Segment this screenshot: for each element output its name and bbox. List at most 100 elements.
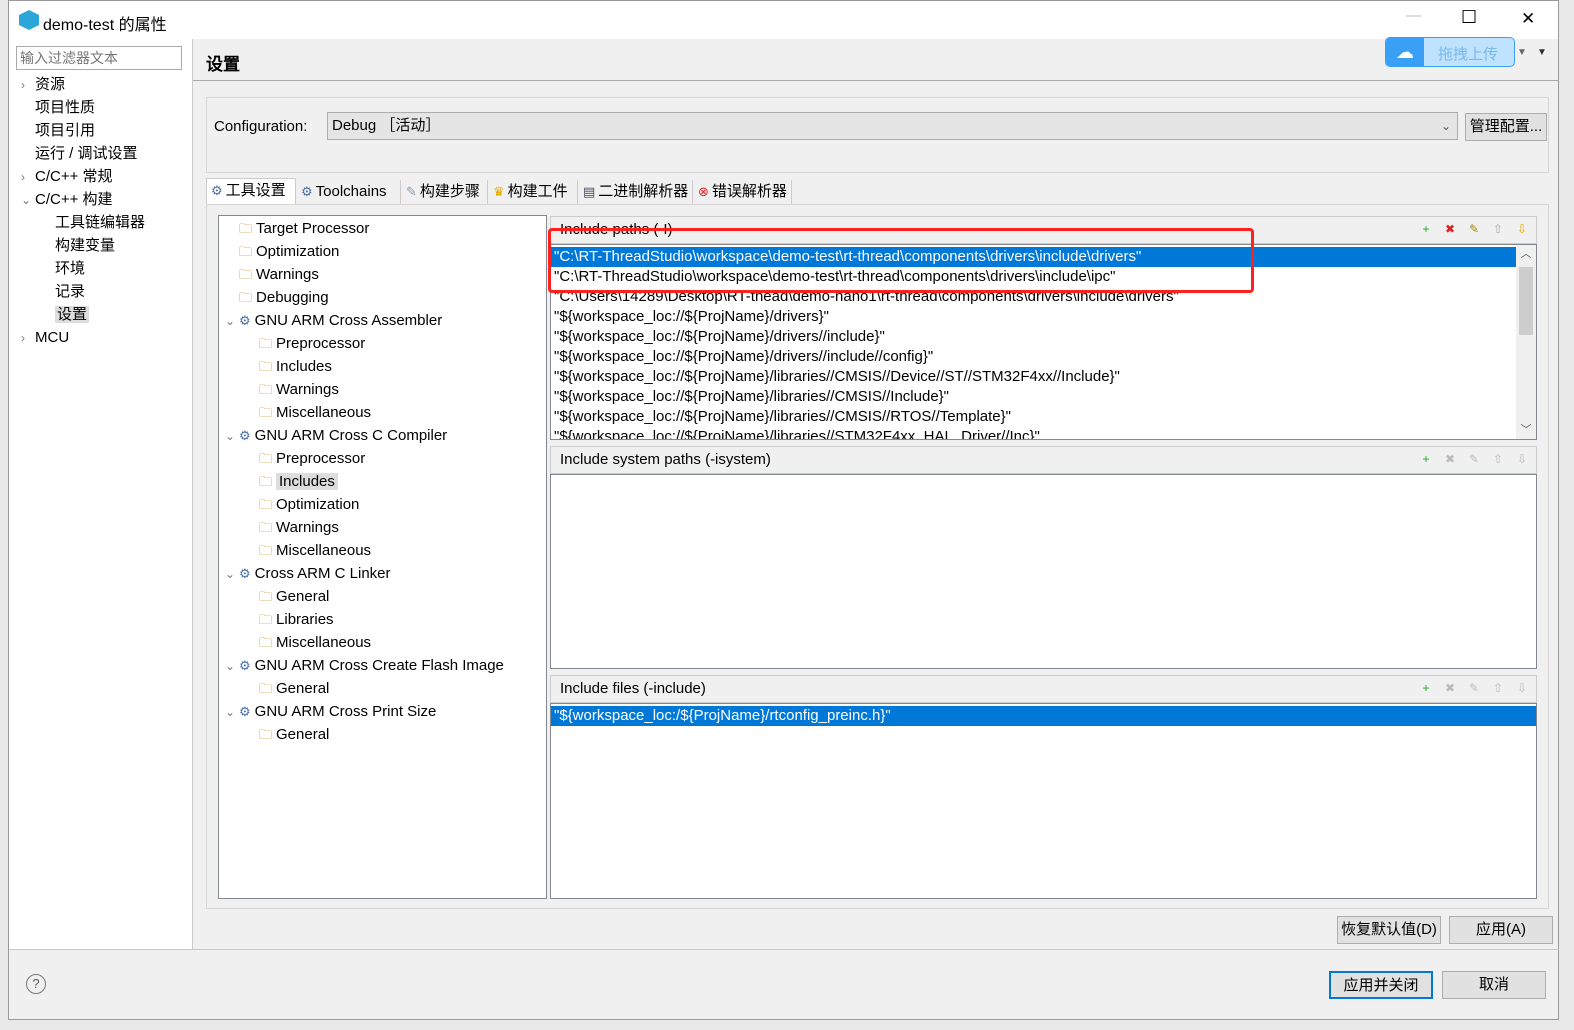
gear-icon: ⚙ xyxy=(239,704,251,719)
scroll-down-icon[interactable]: ﹀ xyxy=(1516,421,1536,437)
tab-2[interactable]: ✎ 构建步骤 xyxy=(402,180,488,205)
restore-defaults-button[interactable]: 恢复默认值(D) xyxy=(1337,916,1441,944)
tool-tree-item[interactable]: ⌄ ⚙ GNU ARM Cross Assembler xyxy=(225,310,442,332)
add-icon[interactable]: + xyxy=(1418,451,1434,467)
filter-input[interactable] xyxy=(16,46,182,70)
tool-tree-item[interactable]: 🗀 Includes xyxy=(245,356,332,378)
tab-icon: ⚙ xyxy=(211,183,223,198)
tool-tree-item[interactable]: 🗀 Miscellaneous xyxy=(245,632,371,654)
tool-tree-item[interactable]: 🗀 Warnings xyxy=(245,517,339,539)
tab-5[interactable]: ⊗ 错误解析器 xyxy=(694,180,792,205)
delete-icon[interactable]: ✖ xyxy=(1442,221,1458,237)
chevron-icon[interactable]: ⌄ xyxy=(225,655,239,677)
edit-icon[interactable]: ✎ xyxy=(1466,451,1482,467)
nav-item[interactable]: 记录 xyxy=(41,281,85,303)
add-icon[interactable]: + xyxy=(1418,680,1434,696)
nav-item[interactable]: 项目引用 xyxy=(21,120,95,142)
tool-tree-item[interactable]: 🗀 Includes xyxy=(245,471,338,493)
chevron-icon[interactable]: › xyxy=(21,327,35,349)
tool-tree-item[interactable]: 🗀 General xyxy=(245,678,329,700)
delete-icon[interactable]: ✖ xyxy=(1442,680,1458,696)
add-icon[interactable]: + xyxy=(1418,221,1434,237)
maximize-button[interactable]: ☐ xyxy=(1461,7,1477,28)
nav-item[interactable]: 运行 / 调试设置 xyxy=(21,143,138,165)
include-files-list[interactable]: "${workspace_loc:/${ProjName}/rtconfig_p… xyxy=(550,703,1537,899)
chevron-icon[interactable]: ⌄ xyxy=(225,310,239,332)
nav-item[interactable]: 环境 xyxy=(41,258,85,280)
folder-icon: 🗀 xyxy=(259,474,273,489)
tool-tree-item[interactable]: ⌄ ⚙ GNU ARM Cross C Compiler xyxy=(225,425,447,447)
apply-button[interactable]: 应用(A) xyxy=(1449,916,1553,944)
chevron-icon[interactable]: ⌄ xyxy=(225,701,239,723)
include-path-row[interactable]: "${workspace_loc://${ProjName}/libraries… xyxy=(551,387,1516,407)
include-path-row[interactable]: "${workspace_loc://${ProjName}/libraries… xyxy=(551,407,1516,427)
tab-1[interactable]: ⚙ Toolchains xyxy=(297,180,401,205)
tool-tree-item[interactable]: 🗀 Preprocessor xyxy=(245,448,365,470)
nav-item[interactable]: 项目性质 xyxy=(21,97,95,119)
tool-tree-item[interactable]: ⌄ ⚙ Cross ARM C Linker xyxy=(225,563,391,585)
tool-tree-item[interactable]: 🗀 Miscellaneous xyxy=(245,540,371,562)
move-down-icon[interactable]: ⇩ xyxy=(1514,451,1530,467)
tool-tree-item[interactable]: 🗀 Optimization xyxy=(225,241,339,263)
tool-tree-label: Warnings xyxy=(276,519,339,536)
edit-icon[interactable]: ✎ xyxy=(1466,221,1482,237)
nav-item[interactable]: ⌄ C/C++ 构建 xyxy=(21,189,113,211)
nav-item[interactable]: › C/C++ 常规 xyxy=(21,166,113,188)
tool-tree-item[interactable]: 🗀 Libraries xyxy=(245,609,334,631)
tool-tree-item[interactable]: 🗀 Warnings xyxy=(225,264,319,286)
edit-icon[interactable]: ✎ xyxy=(1466,680,1482,696)
delete-icon[interactable]: ✖ xyxy=(1442,451,1458,467)
tool-tree-item[interactable]: 🗀 Miscellaneous xyxy=(245,402,371,424)
tool-tree-item[interactable]: ⌄ ⚙ GNU ARM Cross Create Flash Image xyxy=(225,655,504,677)
tool-tree-label: Target Processor xyxy=(256,220,370,237)
tool-tree-item[interactable]: 🗀 Debugging xyxy=(225,287,329,309)
view-menu-icon[interactable]: ▼ xyxy=(1537,47,1547,58)
scroll-up-icon[interactable]: ︿ xyxy=(1516,245,1536,261)
scroll-thumb[interactable] xyxy=(1519,267,1533,335)
move-up-icon[interactable]: ⇧ xyxy=(1490,680,1506,696)
include-path-row[interactable]: "${workspace_loc://${ProjName}/libraries… xyxy=(551,367,1516,387)
include-path-row[interactable]: "${workspace_loc://${ProjName}/drivers//… xyxy=(551,347,1516,367)
tool-tree-item[interactable]: 🗀 General xyxy=(245,724,329,746)
chevron-icon[interactable]: ⌄ xyxy=(225,563,239,585)
chevron-icon[interactable]: › xyxy=(21,74,35,96)
cancel-button[interactable]: 取消 xyxy=(1442,971,1546,999)
minimize-button[interactable]: — xyxy=(1406,7,1421,24)
configuration-select[interactable]: Debug ［活动］ ⌄ xyxy=(327,112,1458,140)
nav-item[interactable]: 设置 xyxy=(41,304,90,326)
include-file-row[interactable]: "${workspace_loc:/${ProjName}/rtconfig_p… xyxy=(551,706,1536,726)
chevron-icon[interactable]: ⌄ xyxy=(225,425,239,447)
tool-tree-item[interactable]: 🗀 General xyxy=(245,586,329,608)
nav-item[interactable]: 构建变量 xyxy=(41,235,115,257)
tab-label: 错误解析器 xyxy=(711,183,787,200)
tool-tree-item[interactable]: 🗀 Preprocessor xyxy=(245,333,365,355)
include-path-row[interactable]: "${workspace_loc://${ProjName}/drivers}" xyxy=(551,307,1516,327)
scrollbar[interactable]: ︿ ﹀ xyxy=(1516,245,1536,439)
help-icon[interactable]: ? xyxy=(26,974,46,994)
move-up-icon[interactable]: ⇧ xyxy=(1490,221,1506,237)
move-up-icon[interactable]: ⇧ xyxy=(1490,451,1506,467)
tool-tree-item[interactable]: 🗀 Optimization xyxy=(245,494,359,516)
tab-3[interactable]: ♛ 构建工件 xyxy=(489,180,578,205)
nav-item[interactable]: 工具链编辑器 xyxy=(41,212,145,234)
tab-0[interactable]: ⚙ 工具设置 xyxy=(206,178,296,205)
tool-tree-item[interactable]: ⌄ ⚙ GNU ARM Cross Print Size xyxy=(225,701,436,723)
include-path-row[interactable]: "${workspace_loc://${ProjName}/drivers//… xyxy=(551,327,1516,347)
dropdown-arrow-icon[interactable]: ▼ xyxy=(1517,47,1527,58)
tab-4[interactable]: ▤ 二进制解析器 xyxy=(579,180,693,205)
tool-tree-item[interactable]: 🗀 Warnings xyxy=(245,379,339,401)
apply-and-close-button[interactable]: 应用并关闭 xyxy=(1329,971,1433,999)
move-down-icon[interactable]: ⇩ xyxy=(1514,680,1530,696)
tool-tree-item[interactable]: 🗀 Target Processor xyxy=(225,218,369,240)
chevron-icon[interactable]: ⌄ xyxy=(21,189,35,211)
nav-item[interactable]: › MCU xyxy=(21,327,69,349)
close-button[interactable]: ✕ xyxy=(1521,9,1535,29)
nav-item[interactable]: › 资源 xyxy=(21,74,65,96)
include-path-row[interactable]: "${workspace_loc://${ProjName}/libraries… xyxy=(551,427,1516,439)
move-down-icon[interactable]: ⇩ xyxy=(1514,221,1530,237)
manage-configurations-button[interactable]: 管理配置... xyxy=(1465,113,1547,141)
chevron-icon[interactable]: › xyxy=(21,166,35,188)
system-paths-list[interactable] xyxy=(550,474,1537,669)
tab-label: 工具设置 xyxy=(225,182,286,199)
upload-button[interactable]: ☁ 拖拽上传 xyxy=(1385,37,1515,67)
